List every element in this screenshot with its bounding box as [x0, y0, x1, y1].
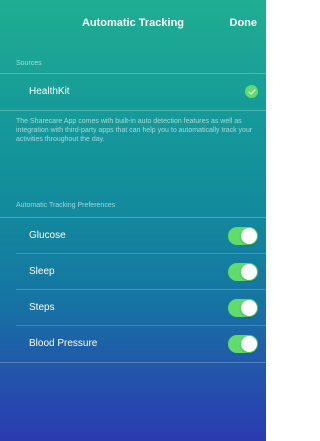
preference-row-steps: Steps: [0, 290, 266, 326]
sources-section-header: Sources: [16, 60, 42, 67]
preference-row-blood-pressure: Blood Pressure: [0, 326, 266, 362]
divider: [0, 110, 266, 111]
checkmark-icon: [245, 85, 258, 98]
blood-pressure-toggle[interactable]: [228, 335, 258, 353]
automatic-tracking-screen: Automatic Tracking Done Sources HealthKi…: [0, 0, 266, 441]
preferences-section-header: Automatic Tracking Preferences: [16, 202, 116, 209]
toggle-knob: [241, 336, 257, 352]
done-button[interactable]: Done: [230, 17, 258, 29]
page-title: Automatic Tracking: [81, 17, 185, 29]
preference-row-glucose: Glucose: [0, 218, 266, 254]
preference-label: Glucose: [29, 230, 66, 241]
nav-bar: Automatic Tracking Done: [0, 0, 266, 46]
divider: [0, 362, 266, 363]
toggle-knob: [241, 300, 257, 316]
source-row-healthkit[interactable]: HealthKit: [0, 74, 266, 110]
steps-toggle[interactable]: [228, 299, 258, 317]
toggle-knob: [241, 228, 257, 244]
toggle-knob: [241, 264, 257, 280]
sources-description: The Sharecare App comes with built-in au…: [16, 118, 253, 143]
preference-label: Sleep: [29, 266, 55, 277]
glucose-toggle[interactable]: [228, 227, 258, 245]
preference-label: Blood Pressure: [29, 338, 98, 349]
preference-label: Steps: [29, 302, 55, 313]
source-label: HealthKit: [29, 86, 70, 97]
sleep-toggle[interactable]: [228, 263, 258, 281]
preference-row-sleep: Sleep: [0, 254, 266, 290]
